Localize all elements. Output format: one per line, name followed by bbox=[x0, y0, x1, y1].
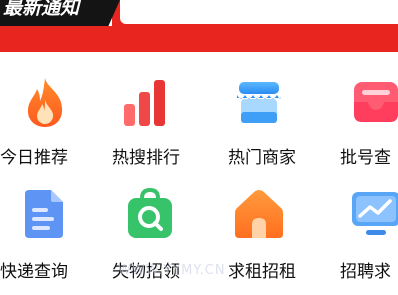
flame-icon bbox=[17, 74, 73, 130]
menu-item-express-tracking[interactable]: 快递查询 bbox=[0, 180, 100, 290]
banner-red-strip bbox=[0, 26, 398, 52]
menu-item-popular-merchants[interactable]: 热门商家 bbox=[214, 52, 314, 168]
menu-item-label: 求租招租 bbox=[228, 262, 296, 282]
menu-item-rent-lease[interactable]: 求租招租 bbox=[214, 180, 314, 290]
house-icon bbox=[231, 186, 287, 242]
menu-item-label: 热门商家 bbox=[228, 148, 296, 168]
banner-title: 最新通知 bbox=[3, 0, 80, 19]
monitor-chart-icon bbox=[348, 186, 398, 242]
menu-item-label: 招聘求 bbox=[340, 262, 391, 282]
menu-item-label: 热搜排行 bbox=[112, 148, 180, 168]
menu-item-today-recommend[interactable]: 今日推荐 bbox=[0, 52, 100, 168]
banner-white-tab bbox=[120, 0, 398, 24]
bar-chart-icon bbox=[117, 74, 173, 130]
watermark: WWW.YYMY.CN bbox=[118, 263, 226, 278]
menu-item-hot-search-rank[interactable]: 热搜排行 bbox=[100, 52, 200, 168]
storefront-icon bbox=[231, 74, 287, 130]
search-bag-icon bbox=[122, 186, 178, 242]
menu-item-label: 批号查 bbox=[340, 148, 391, 168]
notice-banner[interactable]: 最新通知 bbox=[0, 0, 398, 52]
menu-item-label: 快递查询 bbox=[0, 262, 68, 282]
menu-item-recruitment[interactable]: 招聘求 bbox=[326, 180, 398, 290]
feature-menu-grid: 今日推荐 热搜排行 热门商家 批号查 快递查询 失物招领 求租招租 招聘求 bbox=[0, 52, 398, 295]
menu-item-label: 今日推荐 bbox=[0, 148, 68, 168]
document-icon bbox=[17, 186, 73, 242]
menu-item-batch-lookup[interactable]: 批号查 bbox=[326, 52, 398, 168]
inbox-tray-icon bbox=[348, 74, 398, 130]
